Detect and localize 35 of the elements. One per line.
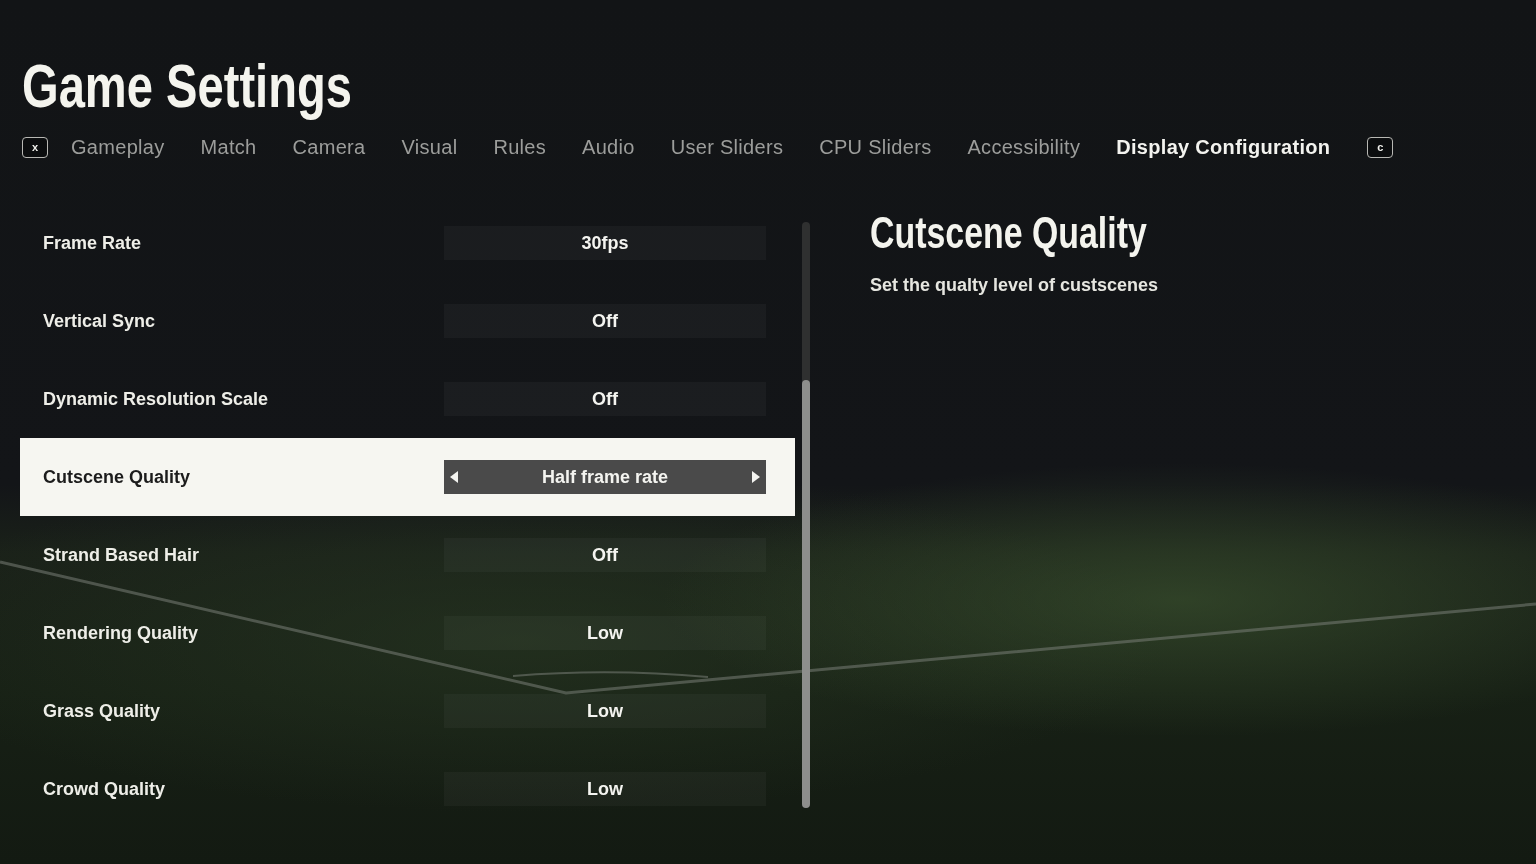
highlighted-row[interactable]: Cutscene Quality Half frame rate [20,438,795,516]
value-selector[interactable]: Off [444,304,766,338]
keycap: c [1367,136,1394,158]
setting-label: Strand Based Hair [43,544,200,566]
value-selector[interactable]: Low [444,772,766,806]
settings-tab[interactable]: Gameplay [71,135,165,159]
value-selector[interactable]: Half frame rate [444,460,766,494]
settings-tab[interactable]: Audio [582,135,635,159]
detail-title: Cutscene Quality [870,211,1147,255]
setting-label: Crowd Quality [43,778,165,800]
settings-tab[interactable]: CPU Sliders [819,135,932,159]
settings-tab[interactable]: Rules [493,135,547,159]
scrollbar-track[interactable] [802,222,810,808]
setting-label: Rendering Quality [43,622,199,644]
value-selector[interactable]: Low [444,616,766,650]
detail-description: Set the qualty level of custscenes [870,274,1159,296]
value-selector[interactable]: Off [444,538,766,572]
setting-label: Cutscene Quality [43,466,191,488]
setting-label: Grass Quality [43,700,161,722]
settings-tab[interactable]: Accessibility [967,135,1081,159]
value-selector[interactable]: 30fps [444,226,766,260]
scrollbar-thumb[interactable] [802,380,810,808]
keycap: x [22,136,48,158]
settings-tab[interactable]: Camera [292,135,366,159]
value-selector[interactable]: Low [444,694,766,728]
setting-label: Frame Rate [43,232,142,254]
setting-label: Dynamic Resolution Scale [43,388,269,410]
settings-tab[interactable]: User Sliders [670,135,784,159]
settings-tab[interactable]: Display Configuration [1116,135,1331,159]
settings-tab[interactable]: Match [200,135,257,159]
value-selector[interactable]: Off [444,382,766,416]
setting-label: Vertical Sync [43,310,156,332]
right-arrow-icon[interactable] [752,471,760,483]
settings-tab[interactable]: Visual [401,135,458,159]
left-arrow-icon[interactable] [450,471,458,483]
